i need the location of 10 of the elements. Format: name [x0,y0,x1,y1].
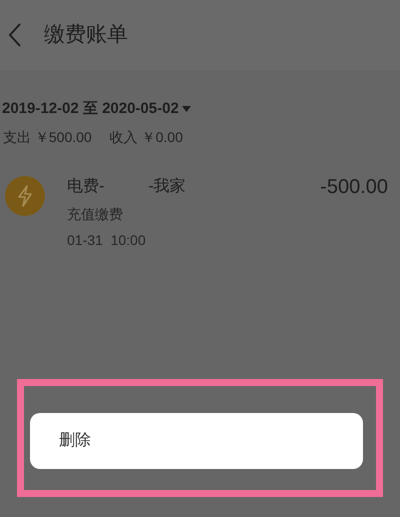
record-name: 电费- [67,176,104,196]
record-time: 01-31 10:00 [67,230,146,250]
expense-total: 支出 ￥500.00 [3,128,92,146]
income-total: 收入 ￥0.00 [110,128,183,146]
page-title: 缴费账单 [44,22,128,48]
record-type: 充值缴费 [67,204,123,224]
record-name: -我家 [148,176,186,196]
record-amount: -500.00 [320,174,388,200]
menu-item[interactable]: 删除 [30,413,363,469]
caret-icon [182,106,191,112]
